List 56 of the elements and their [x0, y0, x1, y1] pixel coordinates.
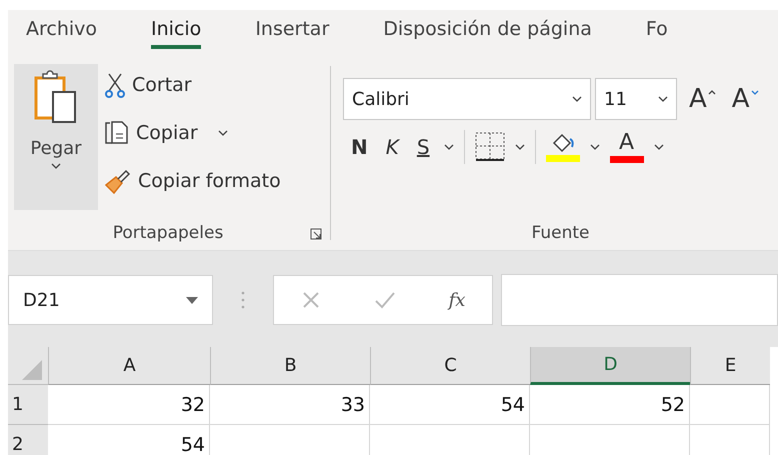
- row-header[interactable]: 1: [8, 385, 48, 425]
- scissors-icon: [104, 72, 126, 98]
- table-cell: 54: [48, 425, 210, 455]
- font-name-dropdown[interactable]: Calibri: [343, 78, 591, 120]
- checkmark-icon[interactable]: [374, 290, 396, 310]
- column-header[interactable]: E: [690, 347, 770, 385]
- formula-input[interactable]: [501, 274, 778, 326]
- triangle-icon: [22, 360, 42, 380]
- name-box[interactable]: D21: [8, 275, 213, 325]
- caret-up-icon: [708, 90, 716, 95]
- caret-icon: [572, 96, 582, 102]
- column-header[interactable]: C: [370, 347, 530, 385]
- italic-button[interactable]: K: [382, 135, 403, 159]
- cut-button[interactable]: Cortar: [104, 62, 281, 108]
- borders-icon[interactable]: [474, 132, 505, 162]
- row-header[interactable]: 2: [8, 425, 48, 455]
- caret-icon: [514, 144, 525, 150]
- group-label: Fuente: [532, 223, 590, 243]
- ribbon-tab[interactable]: Inicio: [151, 10, 202, 49]
- underline-button[interactable]: S: [412, 135, 434, 159]
- caret-icon: [590, 144, 600, 150]
- copy-button[interactable]: Copiar: [104, 110, 281, 156]
- insert-function-button[interactable]: fx: [448, 290, 466, 310]
- cancel-icon[interactable]: [300, 290, 321, 310]
- ribbon-tab[interactable]: Archivo: [26, 10, 98, 49]
- caret-icon: [444, 144, 454, 150]
- paste-button[interactable]: Pegar: [14, 64, 98, 210]
- column-header[interactable]: A: [48, 347, 210, 385]
- paintbrush-icon: [104, 167, 132, 195]
- column-header[interactable]: D: [530, 347, 690, 385]
- bold-button[interactable]: N: [347, 135, 372, 159]
- table-cell: 54: [370, 385, 530, 425]
- shrink-font-button[interactable]: A: [728, 84, 763, 114]
- column-header[interactable]: B: [210, 347, 370, 385]
- caret-icon: [658, 96, 668, 102]
- ribbon-tab[interactable]: Fo: [646, 10, 668, 49]
- ribbon-tab[interactable]: Disposición de página: [383, 10, 592, 49]
- table-cell: 32: [48, 385, 210, 425]
- drag-handle-icon[interactable]: [241, 290, 245, 310]
- dialog-launcher-icon[interactable]: [310, 228, 322, 240]
- font-color-button[interactable]: A: [615, 132, 638, 154]
- caret-icon: [654, 144, 664, 150]
- copy-icon: [104, 119, 130, 147]
- table-cell: 33: [210, 385, 370, 425]
- font-size-dropdown[interactable]: 11: [595, 78, 677, 120]
- caret-icon: [51, 163, 61, 169]
- caret-icon: [218, 130, 228, 136]
- caret-down-icon: [750, 90, 759, 95]
- format-painter-button[interactable]: Copiar formato: [104, 158, 281, 204]
- group-label: Portapapeles: [112, 223, 224, 243]
- ribbon-tab[interactable]: Insertar: [255, 10, 330, 49]
- caret-icon: [186, 296, 198, 304]
- clipboard-icon: [33, 70, 79, 126]
- grow-font-button[interactable]: A: [685, 84, 720, 114]
- table-cell: 52: [530, 385, 690, 425]
- select-all-corner[interactable]: [8, 347, 48, 385]
